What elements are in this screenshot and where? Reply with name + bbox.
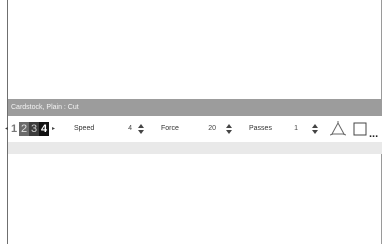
app-window: Cardstock, Plain : Cut ◂ 1 2 3 4 ▸ Speed… <box>0 0 382 244</box>
tool-4-button[interactable]: 4 <box>39 122 49 136</box>
toolbar-bottom-strip <box>8 142 382 154</box>
speed-down-icon[interactable] <box>138 130 144 134</box>
force-value[interactable]: 20 <box>198 116 216 142</box>
tool-1-button[interactable]: 1 <box>10 122 18 136</box>
force-up-icon[interactable] <box>226 124 232 128</box>
passes-down-icon[interactable] <box>312 130 318 134</box>
square-outline-icon[interactable] <box>353 122 367 136</box>
tool-3-button[interactable]: 3 <box>29 122 39 136</box>
passes-stepper-icon[interactable] <box>312 123 318 135</box>
panel-title-bar: Cardstock, Plain : Cut <box>8 99 382 116</box>
speed-label: Speed <box>74 125 95 132</box>
force-stepper-icon[interactable] <box>226 123 232 135</box>
speed-up-icon[interactable] <box>138 124 144 128</box>
speed-value[interactable]: 4 <box>112 116 132 142</box>
speed-stepper-icon[interactable] <box>138 123 144 135</box>
passes-up-icon[interactable] <box>312 124 318 128</box>
panel-title: Cardstock, Plain : Cut <box>11 104 79 111</box>
force-down-icon[interactable] <box>226 130 232 134</box>
cut-settings-toolbar: ◂ 1 2 3 4 ▸ Speed 4 Force 20 Passes 1 ..… <box>5 116 382 142</box>
force-label: Force <box>161 125 179 132</box>
passes-value[interactable]: 1 <box>288 116 298 142</box>
tool-next-arrow-icon[interactable]: ▸ <box>52 116 55 142</box>
tool-prev-arrow-icon[interactable]: ◂ <box>5 116 8 142</box>
tool-2-button[interactable]: 2 <box>19 122 29 136</box>
passes-label: Passes <box>249 125 272 132</box>
triangle-outline-icon[interactable] <box>330 121 346 137</box>
